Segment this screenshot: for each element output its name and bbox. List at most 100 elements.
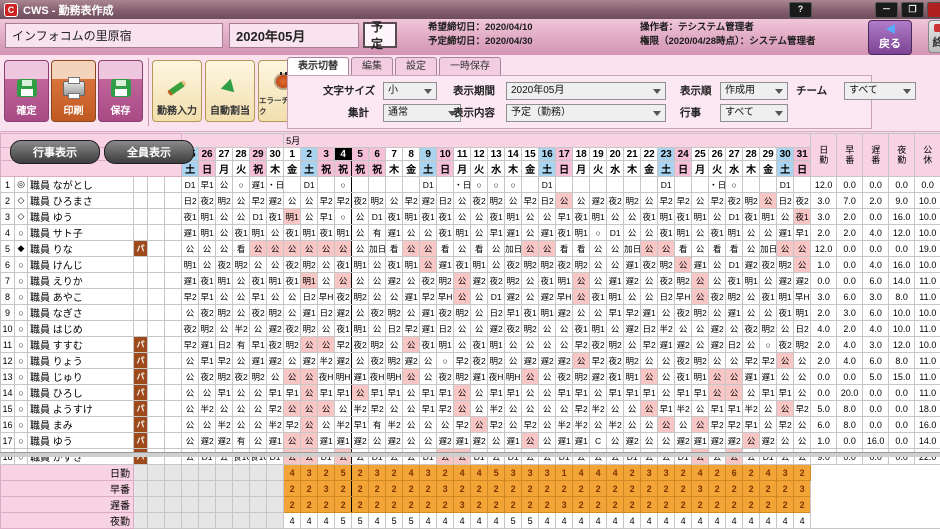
shift-cell[interactable]: 遅1	[420, 305, 437, 321]
shift-cell[interactable]: 明1	[590, 209, 607, 225]
shift-cell[interactable]: 夜1	[420, 337, 437, 353]
shift-cell[interactable]: 早1	[607, 385, 624, 401]
shift-cell[interactable]: 公	[182, 385, 199, 401]
shift-cell[interactable]: 公	[505, 353, 522, 369]
shift-cell[interactable]: 加日2	[760, 241, 777, 257]
shift-cell[interactable]: 早1	[216, 385, 233, 401]
shift-cell[interactable]: 公	[692, 225, 709, 241]
shift-cell[interactable]: 公	[267, 225, 284, 241]
shift-cell[interactable]: 明1	[726, 225, 743, 241]
events-display-button[interactable]: 行事表示	[10, 140, 100, 164]
shift-cell[interactable]: 夜1	[318, 225, 335, 241]
shift-cell[interactable]: 公	[437, 417, 454, 433]
shift-cell[interactable]: 公	[369, 433, 386, 449]
shift-cell[interactable]: 半2	[199, 401, 216, 417]
employee-name[interactable]: 職員 ながとし	[28, 177, 134, 193]
shift-cell[interactable]: 公	[505, 193, 522, 209]
shift-cell[interactable]: 公	[403, 433, 420, 449]
date-cell[interactable]: 23	[658, 148, 675, 161]
toolbar-button-1[interactable]: 確定	[4, 60, 49, 122]
shift-cell[interactable]: 公	[369, 273, 386, 289]
shift-cell[interactable]: 夜1	[182, 209, 199, 225]
tab-4[interactable]: 一時保存	[439, 57, 501, 76]
shift-cell[interactable]: 公	[624, 209, 641, 225]
shift-cell[interactable]: 公	[471, 385, 488, 401]
shift-cell[interactable]: 公	[267, 257, 284, 273]
shift-cell[interactable]: 明2	[607, 337, 624, 353]
shift-cell[interactable]: 日2	[658, 289, 675, 305]
shift-cell[interactable]: 明1	[505, 209, 522, 225]
shift-cell[interactable]: 公	[182, 305, 199, 321]
shift-cell[interactable]: 早1	[573, 385, 590, 401]
shift-cell[interactable]: 公	[590, 257, 607, 273]
shift-cell[interactable]: 早2	[522, 193, 539, 209]
shift-cell[interactable]: 夜1	[607, 369, 624, 385]
shift-cell[interactable]: 公	[692, 401, 709, 417]
shift-cell[interactable]: 公	[641, 369, 658, 385]
shift-cell[interactable]: 夜2	[556, 257, 573, 273]
shift-cell[interactable]: 公	[284, 193, 301, 209]
shift-cell[interactable]: 公	[420, 417, 437, 433]
shift-cell[interactable]: 夜2	[590, 337, 607, 353]
shift-cell[interactable]: 早2	[590, 353, 607, 369]
shift-cell[interactable]: 公	[454, 209, 471, 225]
toolbar-button-5[interactable]: 自動割当	[205, 60, 255, 122]
shift-cell[interactable]: 早1	[420, 385, 437, 401]
toolbar-button-4[interactable]: 勤務入力	[152, 60, 202, 122]
employee-name[interactable]: 職員 なぎさ	[28, 305, 134, 321]
shift-cell[interactable]: 公	[692, 289, 709, 305]
shift-cell[interactable]: 夜2	[675, 305, 692, 321]
shift-cell[interactable]: 明2	[454, 369, 471, 385]
shift-cell[interactable]: 明H	[505, 369, 522, 385]
shift-cell[interactable]: 遅2	[522, 353, 539, 369]
shift-cell[interactable]: ・日2	[267, 177, 284, 193]
shift-cell[interactable]: 遅2	[556, 353, 573, 369]
shift-cell[interactable]: 遅2	[590, 369, 607, 385]
shift-cell[interactable]: 早2	[709, 193, 726, 209]
display-order-select[interactable]: 作成用	[720, 82, 788, 100]
shift-cell[interactable]: 公	[607, 241, 624, 257]
shift-cell[interactable]: D1	[658, 177, 675, 193]
shift-cell[interactable]: 夜2	[709, 289, 726, 305]
shift-cell[interactable]: 早2	[284, 417, 301, 433]
shift-cell[interactable]: 早2	[488, 417, 505, 433]
shift-cell[interactable]: 明1	[403, 257, 420, 273]
date-cell[interactable]: 27	[216, 148, 233, 161]
shift-cell[interactable]: 明1	[352, 257, 369, 273]
shift-cell[interactable]: ○	[726, 177, 743, 193]
shift-cell[interactable]: D1	[369, 209, 386, 225]
shift-cell[interactable]: 遅1	[182, 225, 199, 241]
shift-cell[interactable]: 公	[505, 401, 522, 417]
shift-cell[interactable]: 半2	[352, 401, 369, 417]
shift-cell[interactable]: 明2	[624, 353, 641, 369]
shift-cell[interactable]: D1	[777, 177, 794, 193]
shift-cell[interactable]: 公	[250, 433, 267, 449]
team-select[interactable]: すべて	[844, 82, 916, 100]
shift-cell[interactable]: 夜2	[182, 321, 199, 337]
shift-cell[interactable]: 夜1	[794, 209, 811, 225]
shift-cell[interactable]: 夜1	[777, 305, 794, 321]
date-cell[interactable]: 29	[250, 148, 267, 161]
date-cell[interactable]: 28	[743, 148, 760, 161]
shift-cell[interactable]: 公	[301, 209, 318, 225]
shift-cell[interactable]: 公	[318, 337, 335, 353]
shift-cell[interactable]: 看	[233, 241, 250, 257]
shift-cell[interactable]: 夜1	[743, 209, 760, 225]
shift-cell[interactable]: 早2	[777, 417, 794, 433]
shift-cell[interactable]: 公	[624, 289, 641, 305]
shift-cell[interactable]: 遅2	[471, 273, 488, 289]
shift-cell[interactable]	[607, 177, 624, 193]
shift-cell[interactable]: 公	[216, 177, 233, 193]
shift-cell[interactable]: 早2	[437, 401, 454, 417]
shift-cell[interactable]: 公	[794, 385, 811, 401]
shift-cell[interactable]: 早1	[267, 385, 284, 401]
shift-cell[interactable]: 公	[216, 321, 233, 337]
shift-cell[interactable]: D1	[607, 225, 624, 241]
shift-cell[interactable]: 公	[522, 401, 539, 417]
shift-cell[interactable]: 公	[522, 337, 539, 353]
shift-cell[interactable]: 公	[267, 289, 284, 305]
shift-cell[interactable]	[675, 177, 692, 193]
shift-cell[interactable]: 日2	[437, 321, 454, 337]
shift-cell[interactable]: 遅1	[726, 305, 743, 321]
shift-cell[interactable]: 明2	[386, 305, 403, 321]
